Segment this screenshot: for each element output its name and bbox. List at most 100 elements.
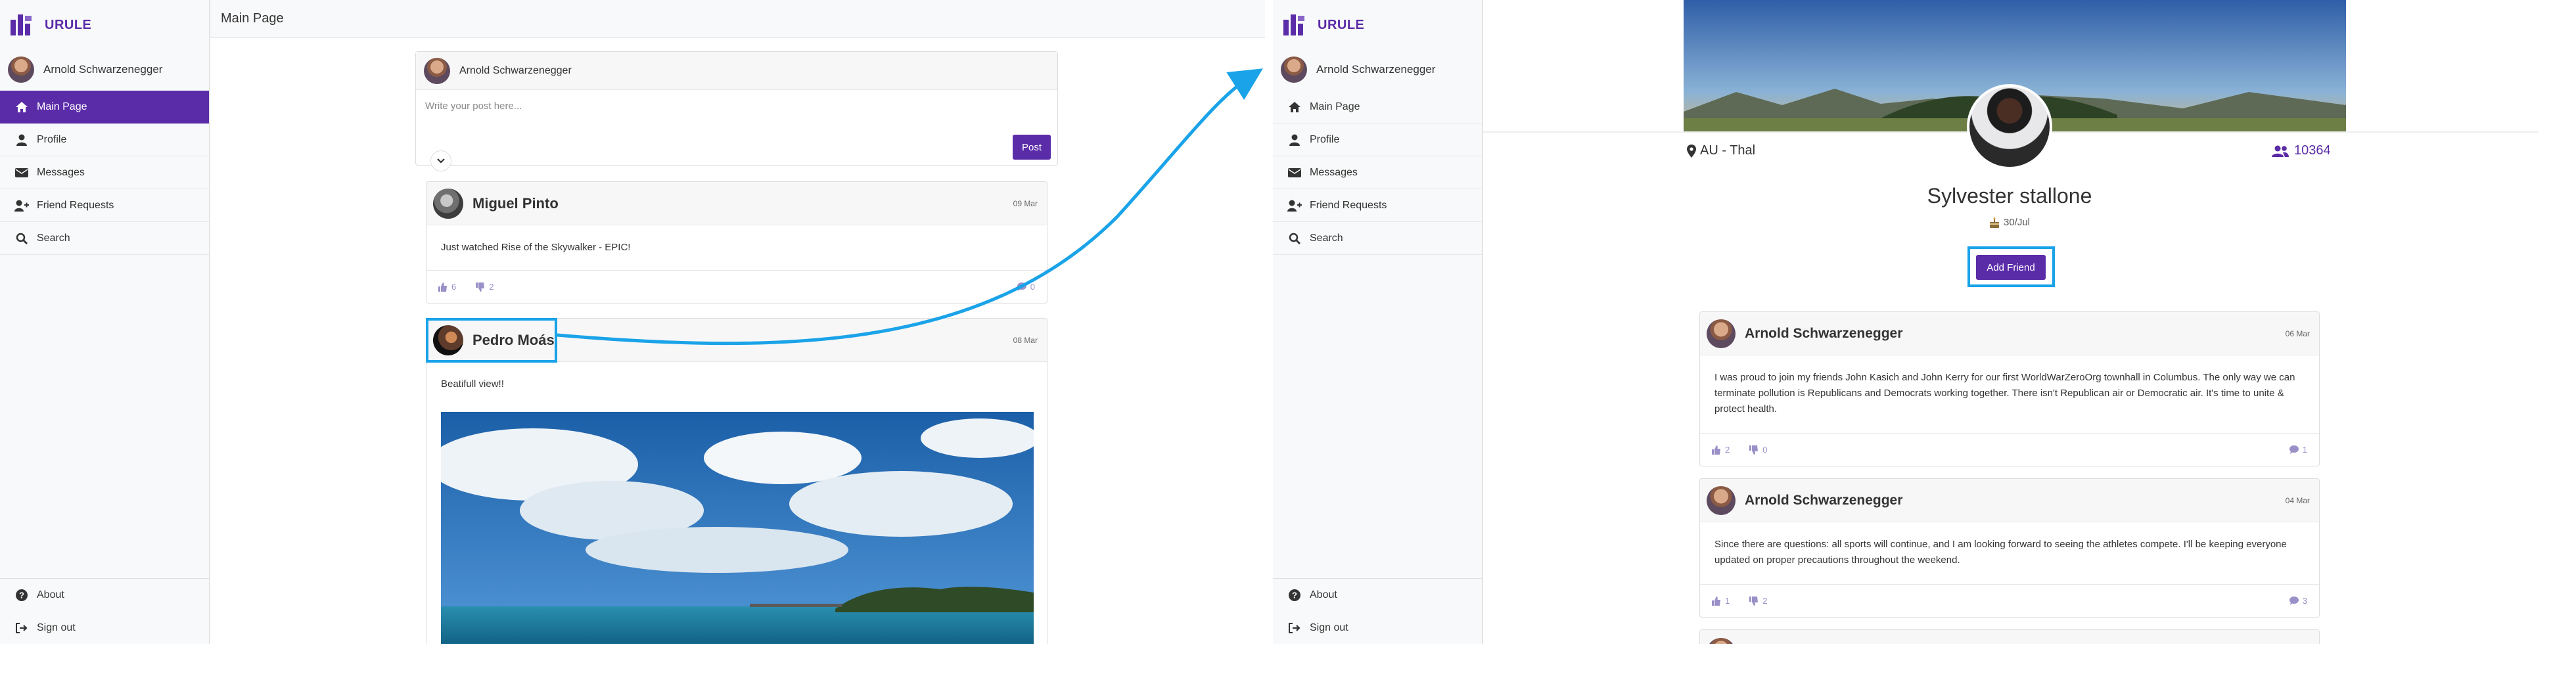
- post-date: 04 Mar: [2285, 496, 2310, 505]
- post-author[interactable]: Arnold Schwarzenegger: [1745, 326, 1902, 342]
- avatar[interactable]: [1707, 485, 1736, 515]
- friends-count-value: 10364: [2294, 143, 2331, 158]
- comment-button[interactable]: 3: [2289, 596, 2307, 606]
- dislike-button[interactable]: 0: [1749, 445, 1767, 455]
- sidebar-item-label: About: [37, 589, 64, 600]
- sidebar-item-messages[interactable]: Messages: [1273, 156, 1482, 189]
- chevron-down-icon: [437, 158, 445, 164]
- page-title: Main Page: [221, 11, 284, 26]
- sidebar-item-friend-requests[interactable]: Friend Requests: [0, 189, 209, 222]
- thumbs-down-icon: [1749, 445, 1759, 455]
- profile-avatar: [1967, 84, 2052, 169]
- expand-composer-button[interactable]: [430, 150, 451, 171]
- sidebar-item-search[interactable]: Search: [0, 222, 209, 255]
- like-button[interactable]: 2: [1712, 445, 1730, 455]
- page-header: Main Page: [210, 0, 1265, 38]
- sidebar-item-sign-out[interactable]: Sign out: [1273, 612, 1482, 644]
- avatar: [1281, 56, 1307, 83]
- sidebar-item-profile[interactable]: Profile: [0, 124, 209, 156]
- cake-icon: [1989, 217, 1999, 228]
- location-text: AU - Thal: [1700, 143, 1756, 158]
- post-author[interactable]: Miguel Pinto: [472, 195, 559, 212]
- thumbs-up-icon: [1712, 596, 1720, 606]
- avatar[interactable]: [1707, 319, 1736, 348]
- sidebar-nav: Main Page Profile Messages Friend Reques…: [0, 91, 209, 255]
- map-pin-icon: [1687, 144, 1696, 158]
- comment-button[interactable]: 0: [1017, 282, 1035, 292]
- post-author[interactable]: Arnold Schwarzenegger: [1745, 493, 1902, 508]
- user-icon: [1287, 133, 1302, 147]
- post-date: 06 Mar: [2285, 329, 2310, 338]
- sidebar: URULE Arnold Schwarzenegger Main Page Pr…: [0, 0, 210, 644]
- post-header: Miguel Pinto 09 Mar: [426, 182, 1047, 225]
- friends-count[interactable]: 10364: [2272, 143, 2331, 158]
- sidebar-user-name: Arnold Schwarzenegger: [43, 63, 163, 76]
- post-date: 09 Mar: [1013, 199, 1038, 208]
- sidebar-bottom-nav: ? About Sign out: [0, 578, 209, 644]
- user-plus-icon: [1287, 198, 1302, 213]
- brand[interactable]: URULE: [1283, 14, 1364, 35]
- post-footer: 2 0 1: [1700, 433, 2319, 466]
- post-text: Since there are questions: all sports wi…: [1714, 539, 2287, 566]
- post-card: Arnold Schwarzenegger 06 Mar I was proud…: [1699, 311, 2320, 466]
- profile-location: AU - Thal: [1687, 143, 1755, 158]
- sidebar-item-main-page[interactable]: Main Page: [1273, 91, 1482, 124]
- post-composer: Arnold Schwarzenegger Write your post he…: [415, 51, 1058, 171]
- sidebar-nav: Main Page Profile Messages Friend Reques…: [1273, 91, 1482, 255]
- sidebar-item-label: Profile: [37, 133, 67, 145]
- sidebar-item-main-page[interactable]: Main Page: [0, 91, 209, 124]
- thumbs-down-icon: [1749, 596, 1759, 606]
- sidebar-item-label: Sign out: [37, 622, 76, 633]
- thumbs-up-icon: [438, 282, 447, 292]
- brand[interactable]: URULE: [11, 14, 91, 35]
- comment-icon: [2289, 445, 2299, 454]
- svg-text:?: ?: [1292, 591, 1297, 600]
- main-page-screenshot: URULE Arnold Schwarzenegger Main Page Pr…: [0, 0, 1265, 644]
- thumbs-down-icon: [476, 282, 485, 292]
- home-icon: [1287, 100, 1302, 114]
- post-input[interactable]: Write your post here...: [425, 101, 522, 112]
- brand-name: URULE: [45, 17, 92, 32]
- sidebar-bottom-nav: ? About Sign out: [1273, 578, 1482, 644]
- sidebar-item-messages[interactable]: Messages: [0, 156, 209, 189]
- sidebar-item-sign-out[interactable]: Sign out: [0, 612, 209, 644]
- comment-button[interactable]: 1: [2289, 445, 2307, 455]
- profile-name: Sylvester stallone: [1927, 184, 2092, 208]
- sidebar-user[interactable]: Arnold Schwarzenegger: [0, 51, 209, 88]
- dislike-button[interactable]: 2: [1749, 596, 1767, 606]
- comment-count: 1: [2302, 445, 2307, 455]
- post-button[interactable]: Post: [1013, 135, 1051, 160]
- search-icon: [1287, 231, 1302, 246]
- user-icon: [14, 133, 29, 147]
- sidebar-item-label: Profile: [1310, 133, 1340, 145]
- composer-header: Arnold Schwarzenegger: [416, 52, 1057, 90]
- like-button[interactable]: 6: [438, 282, 456, 292]
- sidebar-item-profile[interactable]: Profile: [1273, 124, 1482, 156]
- sidebar-item-about[interactable]: ? About: [1273, 579, 1482, 612]
- sidebar-item-label: About: [1310, 589, 1337, 600]
- avatar[interactable]: [1707, 638, 1736, 644]
- sidebar-item-label: Main Page: [1310, 101, 1360, 112]
- sidebar-user[interactable]: Arnold Schwarzenegger: [1273, 51, 1482, 88]
- sidebar: URULE Arnold Schwarzenegger Main Page Pr…: [1273, 0, 1483, 644]
- comment-icon: [2289, 597, 2299, 605]
- logo-icon: [1283, 14, 1304, 35]
- sidebar-item-about[interactable]: ? About: [0, 579, 209, 612]
- birthday-text: 30/Jul: [2003, 217, 2031, 228]
- sidebar-item-search[interactable]: Search: [1273, 222, 1482, 255]
- dislike-button[interactable]: 2: [476, 282, 494, 292]
- profile-birthday: 30/Jul: [1864, 217, 2155, 228]
- post-card: [1699, 629, 2320, 644]
- svg-text:?: ?: [19, 591, 24, 600]
- dislike-count: 2: [1762, 596, 1768, 606]
- sidebar-item-friend-requests[interactable]: Friend Requests: [1273, 189, 1482, 222]
- avatar[interactable]: [433, 188, 463, 219]
- post-text: Beatifull view!!: [441, 378, 504, 390]
- avatar: [424, 57, 450, 84]
- like-button[interactable]: 1: [1712, 596, 1730, 606]
- post-text: Just watched Rise of the Skywalker - EPI…: [441, 242, 631, 253]
- post-footer: 1 2 3: [1700, 584, 2319, 617]
- post-card: Miguel Pinto 09 Mar Just watched Rise of…: [426, 181, 1047, 304]
- avatar: [8, 56, 34, 83]
- author-highlight-box: [426, 318, 557, 363]
